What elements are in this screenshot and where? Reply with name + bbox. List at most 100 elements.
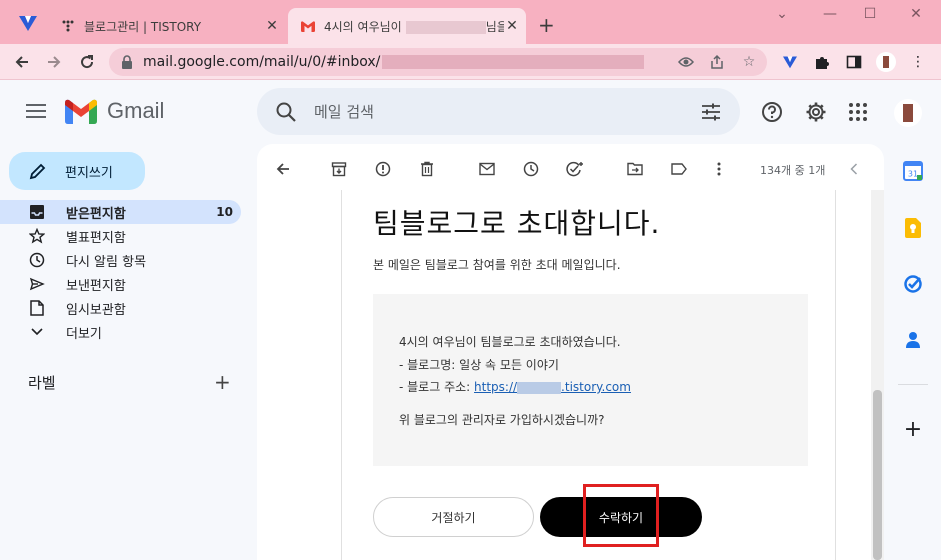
redacted-block [382, 55, 645, 69]
compose-button[interactable]: 편지쓰기 [9, 152, 145, 190]
inbox-icon [28, 203, 46, 221]
calendar-app-icon[interactable]: 31 [902, 160, 924, 182]
message-line-prefix: - 블로그 주소: [399, 380, 475, 394]
tab-title: 4시의 여우님이 [324, 19, 402, 34]
sidebar-item-label: 보낸편지함 [66, 278, 126, 294]
sidebar-item-more[interactable]: 더보기 [0, 320, 241, 344]
send-icon [28, 275, 46, 293]
pagination-text: 134개 중 1개 [760, 164, 826, 177]
decline-button[interactable]: 거절하기 [373, 497, 534, 537]
sidebar-item-label: 별표편지함 [66, 230, 126, 246]
email-subtitle: 본 메일은 팀블로그 참여를 위한 초대 메일입니다. [373, 258, 621, 272]
email-view: 134개 중 1개 팀블로그로 초대합니다. 본 메일은 팀블로그 참여를 위한… [257, 144, 884, 560]
archive-icon[interactable] [328, 158, 350, 180]
clock-icon [28, 251, 46, 269]
gmail-favicon-icon [300, 18, 316, 34]
report-spam-icon[interactable] [372, 158, 394, 180]
link-suffix: .tistory.com [561, 380, 631, 394]
sidebar-item-drafts[interactable]: 임시보관함 [0, 296, 241, 320]
bookmark-star-icon[interactable]: ☆ [740, 53, 758, 71]
pencil-icon [29, 163, 46, 180]
redacted-block [405, 20, 486, 34]
keep-app-icon[interactable] [902, 217, 924, 239]
gmail-logo-icon[interactable] [65, 99, 97, 124]
search-input[interactable] [314, 88, 694, 135]
tistory-favicon-icon [60, 18, 76, 34]
mark-unread-icon[interactable] [476, 158, 498, 180]
address-bar[interactable]: mail.google.com/mail/u/0/#inbox/ ☆ [109, 48, 767, 76]
compose-label: 편지쓰기 [65, 165, 113, 181]
sidebar-item-label: 더보기 [66, 326, 102, 342]
chevron-left-icon[interactable] [843, 158, 865, 180]
close-icon[interactable]: ✕ [504, 18, 520, 34]
redacted-block [517, 381, 562, 394]
search-bar[interactable] [257, 88, 740, 135]
chevron-down-icon[interactable]: ⌄ [770, 6, 794, 22]
contacts-app-icon[interactable] [902, 329, 924, 351]
new-tab-icon[interactable]: + [538, 13, 555, 37]
tab-gmail[interactable]: 4시의 여우님이 님을 ✕ [288, 8, 526, 44]
search-options-icon[interactable] [700, 101, 722, 123]
hamburger-menu-icon[interactable] [26, 102, 46, 120]
extension-logo-icon[interactable] [18, 14, 38, 32]
delete-icon[interactable] [416, 158, 438, 180]
add-label-icon[interactable]: + [214, 370, 231, 394]
highlight-box [583, 484, 659, 547]
profile-avatar[interactable] [876, 52, 896, 72]
sidebar-item-snoozed[interactable]: 다시 알림 항목 [0, 248, 241, 272]
puzzle-icon[interactable] [812, 52, 832, 72]
sidebar-item-sent[interactable]: 보낸편지함 [0, 272, 241, 296]
tasks-app-icon[interactable] [902, 273, 924, 295]
add-app-icon[interactable]: + [902, 417, 924, 442]
browser-toolbar: mail.google.com/mail/u/0/#inbox/ ☆ ⋮ [0, 44, 941, 80]
sidebar-item-inbox[interactable]: 받은편지함 10 [0, 200, 241, 224]
browser-tab-strip: 블로그관리 | TISTORY ✕ 4시의 여우님이 님을 ✕ + ⌄ — ☐ ✕ [0, 0, 941, 44]
search-icon[interactable] [275, 101, 297, 123]
labels-heading: 라벨 [28, 374, 56, 392]
chevron-down-icon [28, 323, 46, 341]
back-arrow-icon[interactable] [272, 158, 294, 180]
svg-text:31: 31 [908, 170, 918, 179]
forward-icon[interactable] [42, 50, 66, 74]
kebab-menu-icon[interactable]: ⋮ [908, 52, 928, 72]
unread-count: 10 [216, 205, 233, 219]
url-text: mail.google.com/mail/u/0/#inbox/ [143, 54, 381, 70]
settings-gear-icon[interactable] [805, 101, 827, 123]
maximize-icon[interactable]: ☐ [858, 6, 882, 22]
share-icon[interactable] [708, 53, 726, 71]
gmail-wordmark: Gmail [107, 98, 165, 123]
star-icon [28, 227, 46, 245]
label-tag-icon[interactable] [668, 158, 690, 180]
invitation-message-box: 4시의 여우님이 팀블로그로 초대하였습니다. - 블로그명: 일상 속 모든 … [373, 294, 808, 466]
sidebar-item-label: 임시보관함 [66, 302, 126, 318]
apps-grid-icon[interactable] [847, 101, 869, 123]
move-to-folder-icon[interactable] [624, 158, 646, 180]
extension-logo-icon[interactable] [780, 52, 800, 72]
side-panel-divider [898, 384, 928, 385]
reload-icon[interactable] [75, 50, 99, 74]
message-line: 4시의 여우님이 팀블로그로 초대하였습니다. [399, 335, 621, 349]
tab-tistory[interactable]: 블로그관리 | TISTORY ✕ [50, 8, 286, 44]
minimize-icon[interactable]: — [818, 6, 842, 22]
message-line: - 블로그명: 일상 속 모든 이야기 [399, 358, 559, 372]
side-panel-icon[interactable] [844, 52, 864, 72]
link-prefix: https:// [474, 380, 518, 394]
eye-icon[interactable] [677, 53, 695, 71]
scrollbar-thumb[interactable] [873, 390, 882, 560]
blog-address-link[interactable]: https:// .tistory.com [474, 380, 631, 394]
window-close-icon[interactable]: ✕ [904, 6, 928, 22]
close-icon[interactable]: ✕ [264, 18, 280, 34]
sidebar-item-starred[interactable]: 별표편지함 [0, 224, 241, 248]
help-icon[interactable] [761, 101, 783, 123]
tab-title-suffix: 님을 [485, 19, 504, 34]
add-task-icon[interactable] [564, 158, 586, 180]
account-avatar[interactable] [894, 99, 922, 127]
more-vert-icon[interactable] [708, 158, 730, 180]
snooze-clock-icon[interactable] [520, 158, 542, 180]
back-icon[interactable] [10, 50, 34, 74]
message-line: 위 블로그의 관리자로 가입하시겠습니까? [399, 413, 605, 427]
email-title: 팀블로그로 초대합니다. [373, 207, 661, 240]
message-line: - 블로그 주소: https:// .tistory.com [399, 378, 631, 395]
tab-title: 블로그관리 | TISTORY [84, 19, 202, 34]
sidebar-item-label: 받은편지함 [66, 206, 126, 222]
